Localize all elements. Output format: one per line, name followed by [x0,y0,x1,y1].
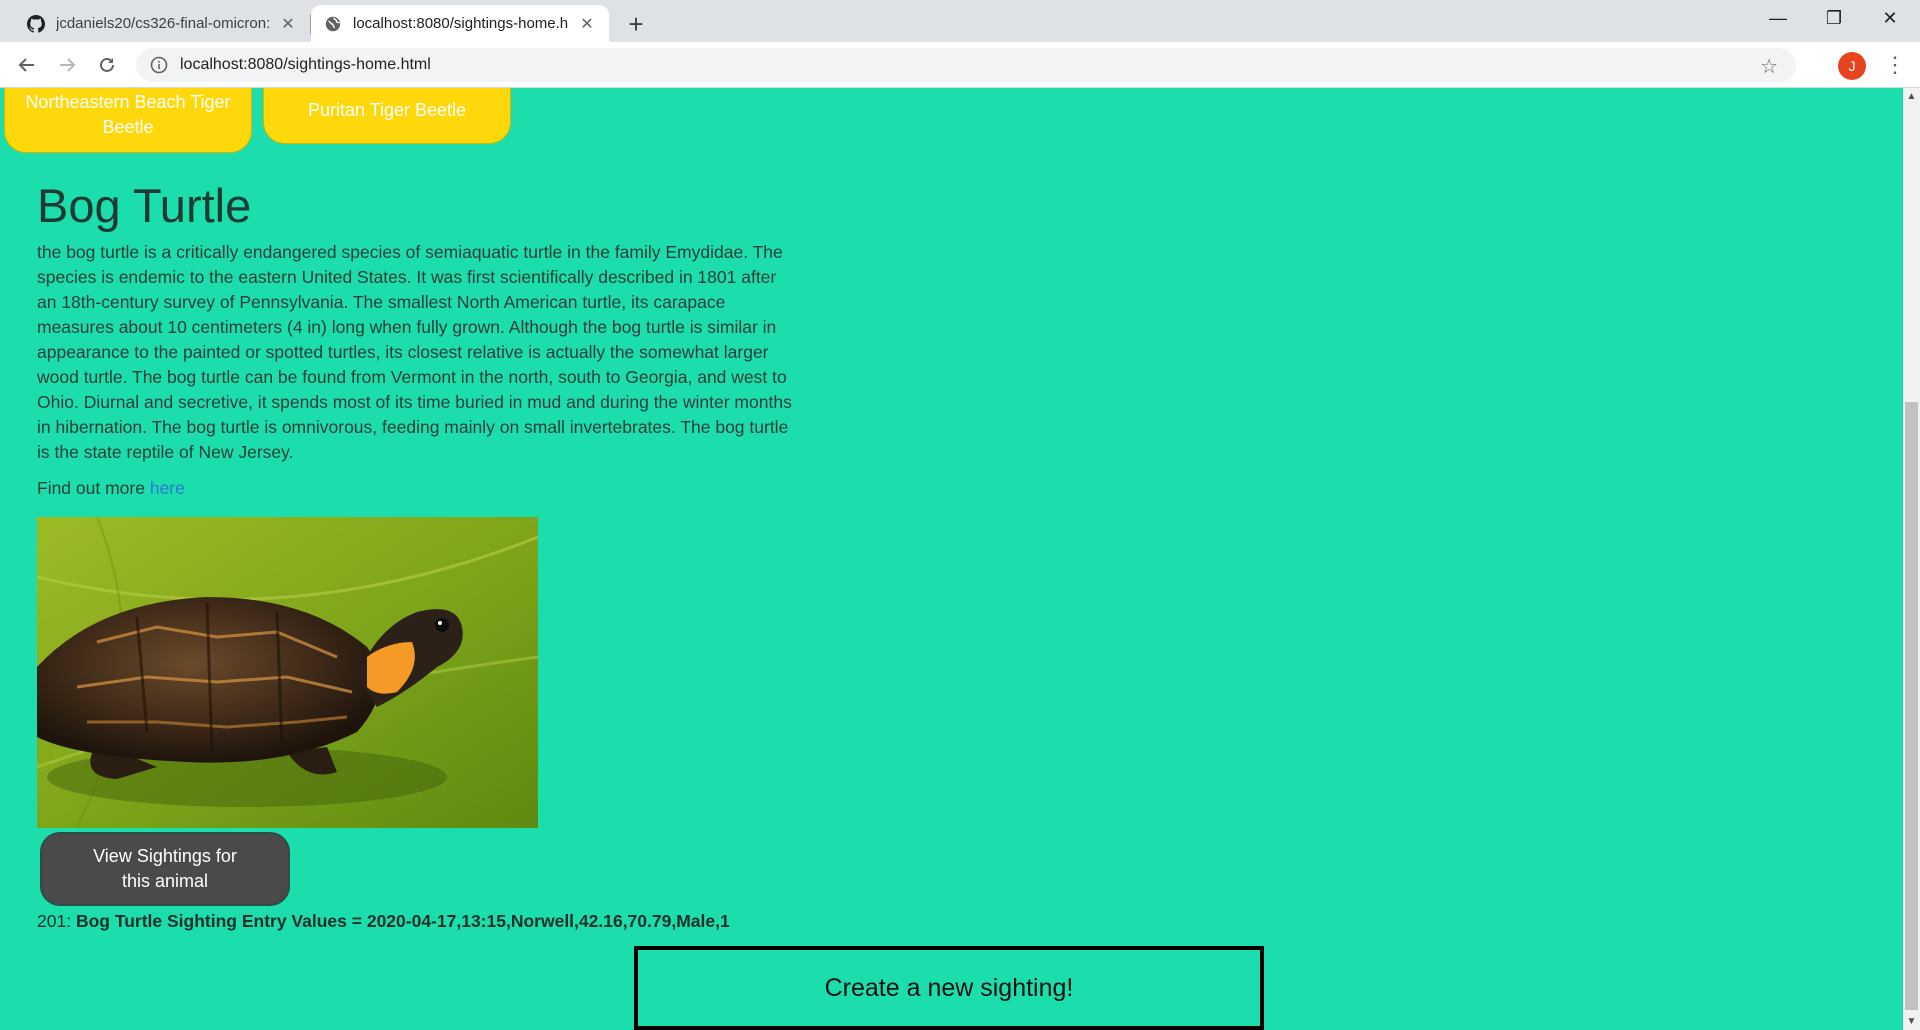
animal-description: the bog turtle is a critically endangere… [37,242,792,462]
scroll-thumb[interactable] [1905,402,1918,1010]
find-out-more-link[interactable]: here [150,478,185,498]
animal-title: Bog Turtle [37,179,252,232]
bookmark-star-icon[interactable]: ☆ [1760,54,1778,79]
page-viewport: Northeastern Beach Tiger Beetle Puritan … [0,88,1920,1030]
new-tab-icon[interactable]: + [620,8,652,40]
entry-status: 201: [37,911,72,931]
github-icon [26,14,46,34]
create-sighting-button[interactable]: Create a new sighting! [634,946,1264,1030]
tab-title: localhost:8080/sightings-home.h [353,15,569,32]
vertical-scrollbar[interactable]: ▲ ▼ [1903,88,1920,1030]
scroll-up-arrow-icon[interactable]: ▲ [1903,88,1920,105]
back-arrow-icon[interactable] [11,49,43,81]
tab-strip: jcdaniels20/cs326-final-omicron: ✕ local… [0,0,1920,42]
forward-arrow-icon[interactable] [51,49,83,81]
sighting-entry: 201: Bog Turtle Sighting Entry Values = … [37,911,730,932]
restore-icon[interactable]: ❐ [1806,0,1862,36]
window-close-icon[interactable]: ✕ [1862,0,1918,36]
puritan-tiger-beetle-button[interactable]: Puritan Tiger Beetle [263,88,511,144]
tab-sightings[interactable]: localhost:8080/sightings-home.h ✕ [311,5,609,42]
address-bar[interactable]: localhost:8080/sightings-home.html ☆ [136,48,1796,82]
view-sightings-button[interactable]: View Sightings for this animal [40,832,290,906]
browser-toolbar: localhost:8080/sightings-home.html ☆ J ⋮ [0,42,1920,88]
globe-icon [323,14,343,34]
tab-title: jcdaniels20/cs326-final-omicron: [56,15,271,32]
url-text: localhost:8080/sightings-home.html [180,56,431,73]
scroll-down-arrow-icon[interactable]: ▼ [1903,1013,1920,1030]
entry-values: Bog Turtle Sighting Entry Values = 2020-… [75,911,730,931]
bog-turtle-photo [37,517,538,828]
browser-menu-icon[interactable]: ⋮ [1880,50,1910,80]
info-icon[interactable] [148,54,170,76]
reload-icon[interactable] [91,49,123,81]
northeastern-beach-tiger-beetle-button[interactable]: Northeastern Beach Tiger Beetle [4,88,252,153]
close-icon[interactable]: ✕ [278,14,298,34]
find-out-more: Find out more here [37,478,185,499]
tab-github[interactable]: jcdaniels20/cs326-final-omicron: ✕ [14,5,310,42]
minimize-icon[interactable]: — [1750,0,1806,36]
close-icon[interactable]: ✕ [577,14,597,34]
find-out-more-text: Find out more [37,478,145,498]
profile-avatar[interactable]: J [1838,52,1866,80]
